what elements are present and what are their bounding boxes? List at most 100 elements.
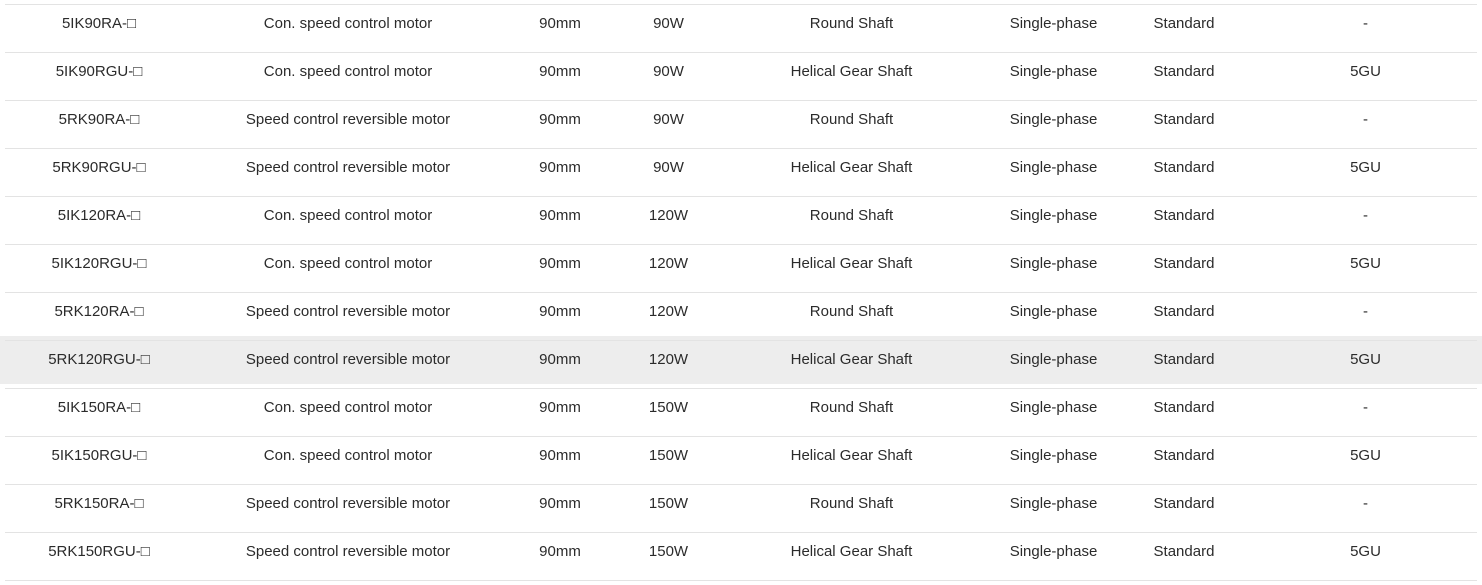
cell-output: 90W [653,110,684,128]
cell-size: 90mm [539,494,581,512]
cell-grade: Standard [1153,494,1215,512]
cell-output: 150W [648,398,689,416]
cell-shaft: Round Shaft [809,110,894,128]
cell-grade: Standard [1153,302,1215,320]
motor-specification-table: 5IK90RA-□ Con. speed control motor 90mm 90W… [0,0,1482,576]
cell-gearhead: 5GU [1350,446,1381,464]
cell-gearhead: - [1363,494,1368,512]
cell-phase: Single-phase [1009,158,1098,176]
table-row[interactable]: 5IK90RA-□ Con. speed control motor 90mm 90W… [0,0,1482,48]
cell-type: Speed control reversible motor [245,302,451,320]
cell-shaft: Round Shaft [809,398,894,416]
cell-size: 90mm [539,14,581,32]
table-row[interactable]: 5RK150RA-□ Speed control reversible motor… [0,480,1482,528]
cell-model: 5RK150RA-□ [54,494,144,512]
table-row[interactable]: 5IK90RGU-□ Con. speed control motor 90mm 90… [0,48,1482,96]
cell-size: 90mm [539,542,581,560]
table-row[interactable]: 5IK120RGU-□ Con. speed control motor 90mm 1… [0,240,1482,288]
cell-output: 90W [653,62,684,80]
cell-output: 150W [648,494,689,512]
cell-model: 5RK120RGU-□ [48,350,150,368]
cell-output: 120W [648,206,689,224]
cell-grade: Standard [1153,158,1215,176]
table-body: 5IK90RA-□ Con. speed control motor 90mm 90W… [0,0,1482,576]
cell-phase: Single-phase [1009,398,1098,416]
cell-type: Speed control reversible motor [245,110,451,128]
cell-model: 5IK150RGU-□ [51,446,147,464]
cell-phase: Single-phase [1009,446,1098,464]
cell-shaft: Helical Gear Shaft [790,62,913,80]
cell-shaft: Helical Gear Shaft [790,254,913,272]
row-separator [5,580,1477,581]
cell-phase: Single-phase [1009,206,1098,224]
cell-gearhead: 5GU [1350,542,1381,560]
table-row[interactable]: 5RK150RGU-□ Speed control reversible moto… [0,528,1482,576]
cell-type: Con. speed control motor [263,206,433,224]
cell-size: 90mm [539,254,581,272]
cell-gearhead: - [1363,398,1368,416]
cell-output: 120W [648,254,689,272]
cell-size: 90mm [539,206,581,224]
cell-gearhead: - [1363,206,1368,224]
table-row[interactable]: 5IK120RA-□ Con. speed control motor 90mm 12… [0,192,1482,240]
cell-size: 90mm [539,398,581,416]
table-row[interactable]: 5IK150RGU-□ Con. speed control motor 90mm 1… [0,432,1482,480]
cell-gearhead: - [1363,302,1368,320]
cell-gearhead: - [1363,110,1368,128]
cell-type: Con. speed control motor [263,62,433,80]
cell-type: Con. speed control motor [263,398,433,416]
cell-phase: Single-phase [1009,350,1098,368]
cell-size: 90mm [539,446,581,464]
cell-phase: Single-phase [1009,302,1098,320]
cell-size: 90mm [539,350,581,368]
cell-output: 90W [653,158,684,176]
table-row[interactable]: 5RK90RA-□ Speed control reversible motor 9… [0,96,1482,144]
cell-type: Con. speed control motor [263,14,433,32]
cell-grade: Standard [1153,542,1215,560]
cell-type: Speed control reversible motor [245,158,451,176]
cell-output: 120W [648,302,689,320]
cell-size: 90mm [539,302,581,320]
cell-model: 5RK90RGU-□ [52,158,146,176]
cell-output: 120W [648,350,689,368]
table-row[interactable]: 5RK120RA-□ Speed control reversible motor… [0,288,1482,336]
cell-model: 5RK150RGU-□ [48,542,150,560]
cell-phase: Single-phase [1009,62,1098,80]
cell-shaft: Round Shaft [809,14,894,32]
cell-shaft: Round Shaft [809,206,894,224]
table-row[interactable]: 5IK150RA-□ Con. speed control motor 90mm 15… [0,384,1482,432]
cell-output: 90W [653,14,684,32]
table-row[interactable]: 5RK120RGU-□ Speed control reversible moto… [0,336,1482,384]
cell-type: Con. speed control motor [263,254,433,272]
cell-model: 5IK90RGU-□ [55,62,143,80]
cell-grade: Standard [1153,14,1215,32]
table-row[interactable]: 5RK90RGU-□ Speed control reversible motor… [0,144,1482,192]
cell-model: 5IK120RGU-□ [51,254,147,272]
motor-specification-table-container: 5IK90RA-□ Con. speed control motor 90mm 90W… [0,0,1482,585]
cell-phase: Single-phase [1009,254,1098,272]
cell-type: Speed control reversible motor [245,542,451,560]
cell-grade: Standard [1153,110,1215,128]
cell-gearhead: - [1363,14,1368,32]
cell-type: Speed control reversible motor [245,350,451,368]
cell-model: 5IK150RA-□ [57,398,141,416]
cell-type: Speed control reversible motor [245,494,451,512]
cell-output: 150W [648,542,689,560]
cell-model: 5RK120RA-□ [54,302,144,320]
cell-model: 5RK90RA-□ [58,110,140,128]
cell-phase: Single-phase [1009,494,1098,512]
cell-shaft: Helical Gear Shaft [790,542,913,560]
cell-phase: Single-phase [1009,14,1098,32]
cell-size: 90mm [539,110,581,128]
cell-size: 90mm [539,62,581,80]
cell-shaft: Round Shaft [809,494,894,512]
cell-type: Con. speed control motor [263,446,433,464]
cell-gearhead: 5GU [1350,158,1381,176]
cell-grade: Standard [1153,254,1215,272]
cell-shaft: Helical Gear Shaft [790,350,913,368]
cell-grade: Standard [1153,62,1215,80]
cell-gearhead: 5GU [1350,350,1381,368]
cell-phase: Single-phase [1009,110,1098,128]
cell-grade: Standard [1153,446,1215,464]
cell-gearhead: 5GU [1350,254,1381,272]
